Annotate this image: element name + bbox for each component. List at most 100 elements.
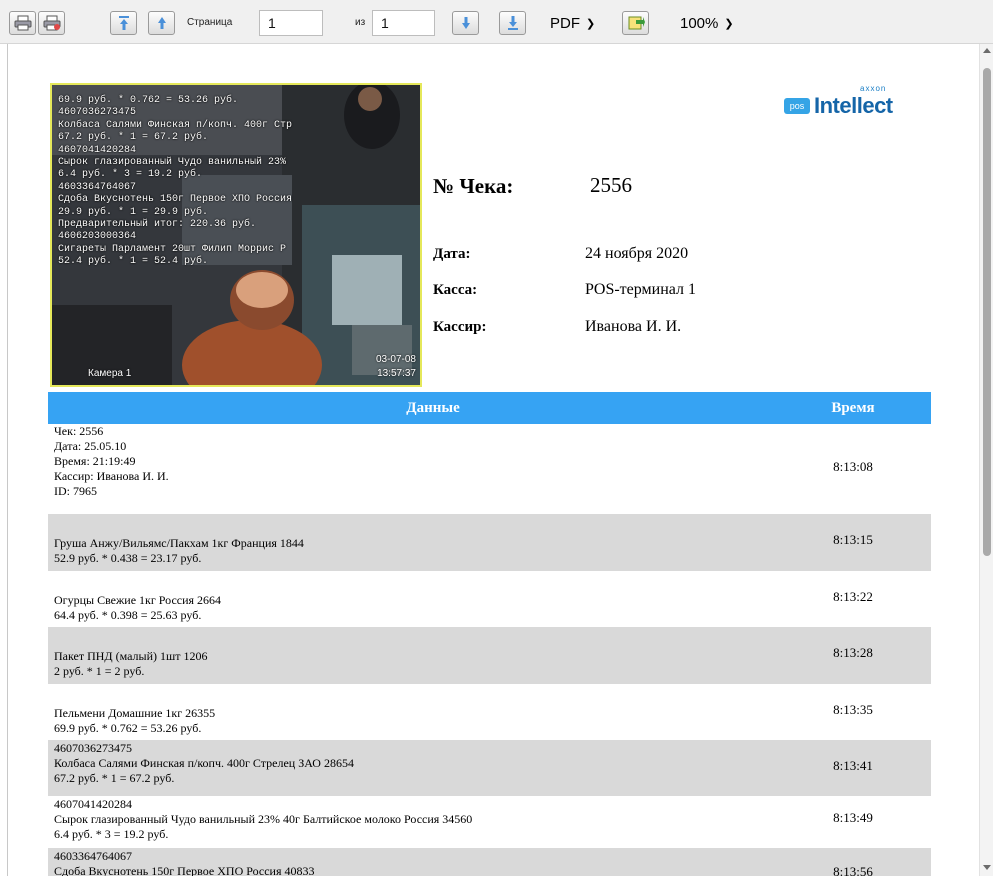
arrow-last-icon [507,16,518,30]
row-time: 8:13:56 [833,864,873,876]
table-row: 4603364764067 Сдоба Вкуснотень 150г Перв… [48,848,931,876]
row-line: 4607041420284 [54,797,132,811]
row-line: Пакет ПНД (малый) 1шт 1206 [54,649,208,663]
camera-overlay-line: 4607041420284 [58,144,137,156]
row-data: 4607041420284 Сырок глазированный Чудо в… [54,797,472,842]
arrow-up-icon [157,17,166,29]
row-time: 8:13:35 [833,702,873,717]
export-format-value: PDF [550,14,580,32]
row-time: 8:13:28 [833,645,873,660]
row-time: 8:13:41 [833,758,873,773]
row-line: 4607036273475 [54,741,132,755]
camera-overlay-line: 52.4 руб. * 1 = 52.4 руб. [58,256,209,268]
logo-main-text: Intellect [814,93,893,118]
camera-overlay-line: Сигареты Парламент 20шт Филип Моррис Р [58,243,287,255]
scroll-up-arrow-icon[interactable] [983,48,991,53]
row-line: 6.4 руб. * 3 = 19.2 руб. [54,827,169,841]
export-button[interactable] [622,11,649,35]
column-header-time: Время [831,400,875,416]
first-page-button[interactable] [110,11,137,35]
row-line: 52.9 руб. * 0.438 = 23.17 руб. [54,551,202,565]
axxon-pos-intellect-logo: axxon pos Intellect [780,84,910,120]
camera-overlay-line: 4603364764067 [58,181,137,193]
previous-page-button[interactable] [148,11,175,35]
printer-setup-icon [43,15,60,31]
zoom-value: 100% [680,14,719,32]
row-line: Колбаса Салями Финская п/копч. 400г Стре… [54,756,354,770]
report-toolbar: Страница из PDF ❯ 100% ❯ [0,0,993,44]
row-line: Груша Анжу/Вильямс/Пакхам 1кг Франция 18… [54,536,304,550]
row-data: Огурцы Свежие 1кг Россия 2664 64.4 руб. … [54,593,221,623]
row-data: 4603364764067 Сдоба Вкуснотень 150г Перв… [54,849,315,876]
camera-overlay-line: 69.9 руб. * 0.762 = 53.26 руб. [58,95,239,106]
camera-overlay-line: 29.9 руб. * 1 = 29.9 руб. [58,206,209,218]
row-time: 8:13:49 [833,810,873,825]
row-time: 8:13:15 [833,532,873,547]
page-number-input[interactable] [259,10,323,36]
print-button[interactable] [9,11,36,35]
of-label: из [355,17,366,28]
table-row: Груша Анжу/Вильямс/Пакхам 1кг Франция 18… [48,514,931,571]
next-page-button[interactable] [452,11,479,35]
column-header-data: Данные [406,400,460,416]
table-row: 4607041420284 Сырок глазированный Чудо в… [48,796,931,848]
row-line: Дата: 25.05.10 [54,439,127,453]
camera-overlay-line: 67.2 руб. * 1 = 67.2 руб. [58,132,209,144]
receipt-register-value: POS-терминал 1 [585,281,697,298]
table-row: 4607036273475 Колбаса Салями Финская п/к… [48,740,931,796]
row-line: Кассир: Иванова И. И. [54,469,169,483]
row-line: Огурцы Свежие 1кг Россия 2664 [54,593,222,607]
receipt-number-label: № Чека: [433,174,514,198]
row-line: 69.9 руб. * 0.762 = 53.26 руб. [54,721,202,735]
page-label: Страница [187,17,233,28]
export-format-select[interactable]: PDF ❯ [550,11,595,35]
camera-time: 13:57:37 [377,368,416,379]
arrow-down-icon [461,17,470,29]
row-line: Сырок глазированный Чудо ванильный 23% 4… [54,812,473,826]
camera-overlay-line: 4607036273475 [58,107,137,119]
receipt-date-label: Дата: [433,246,471,262]
arrow-first-icon [118,16,129,30]
row-line: Сдоба Вкуснотень 150г Первое ХПО Россия … [54,864,315,876]
scroll-down-arrow-icon[interactable] [983,865,991,870]
last-page-button[interactable] [499,11,526,35]
camera-overlay-line: Колбаса Салями Финская п/копч. 400г Стр [58,119,293,131]
chevron-down-icon: ❯ [586,17,596,30]
receipt-cashier-label: Кассир: [433,319,487,335]
vertical-scrollbar[interactable] [979,44,993,876]
row-data: 4607036273475 Колбаса Салями Финская п/к… [54,741,354,786]
camera-snapshot: 69.9 руб. * 0.762 = 53.26 руб. 4607036273… [50,83,422,387]
table-row: Пельмени Домашние 1кг 26355 69.9 руб. * … [48,684,931,740]
camera-receipt-overlay: 69.9 руб. * 0.762 = 53.26 руб. 4607036273… [58,95,292,269]
row-line: 67.2 руб. * 1 = 67.2 руб. [54,771,175,785]
row-time: 8:13:22 [833,589,873,604]
table-row: Чек: 2556 Дата: 25.05.10 Время: 21:19:49… [48,424,931,514]
row-line: 2 руб. * 1 = 2 руб. [54,664,145,678]
camera-overlay-line: 6.4 руб. * 3 = 19.2 руб. [58,169,203,181]
table-row: Огурцы Свежие 1кг Россия 2664 64.4 руб. … [48,571,931,627]
row-data: Пельмени Домашние 1кг 26355 69.9 руб. * … [54,706,215,736]
logo-small-text: axxon [860,84,887,93]
print-setup-button[interactable] [38,11,65,35]
receipt-date-value: 24 ноября 2020 [585,245,689,262]
row-line: Пельмени Домашние 1кг 26355 [54,706,216,720]
camera-overlay-line: Сдоба Вкуснотень 150г Первое ХПО Россия [58,194,293,206]
scrollbar-thumb[interactable] [983,68,991,556]
chevron-down-icon: ❯ [724,17,734,30]
camera-date: 03-07-08 [375,354,416,365]
printer-icon [14,15,31,31]
row-line: 64.4 руб. * 0.398 = 25.63 руб. [54,608,202,622]
camera-overlay-line: Сырок глазированный Чудо ванильный 23% [58,157,287,169]
zoom-select[interactable]: 100% ❯ [680,11,734,35]
row-data: Груша Анжу/Вильямс/Пакхам 1кг Франция 18… [54,536,304,566]
logo-badge: pos [784,98,810,114]
row-line: 4603364764067 [54,849,132,863]
row-data: Чек: 2556 Дата: 25.05.10 Время: 21:19:49… [54,424,169,499]
total-pages-field [372,10,435,36]
row-line: ID: 7965 [54,484,97,498]
receipt-register-label: Касса: [433,282,478,298]
row-data: Пакет ПНД (малый) 1шт 1206 2 руб. * 1 = … [54,649,208,679]
receipt-number-value: 2556 [590,173,632,197]
receipt-cashier-value: Иванова И. И. [585,318,682,335]
table-row: Пакет ПНД (малый) 1шт 1206 2 руб. * 1 = … [48,627,931,684]
